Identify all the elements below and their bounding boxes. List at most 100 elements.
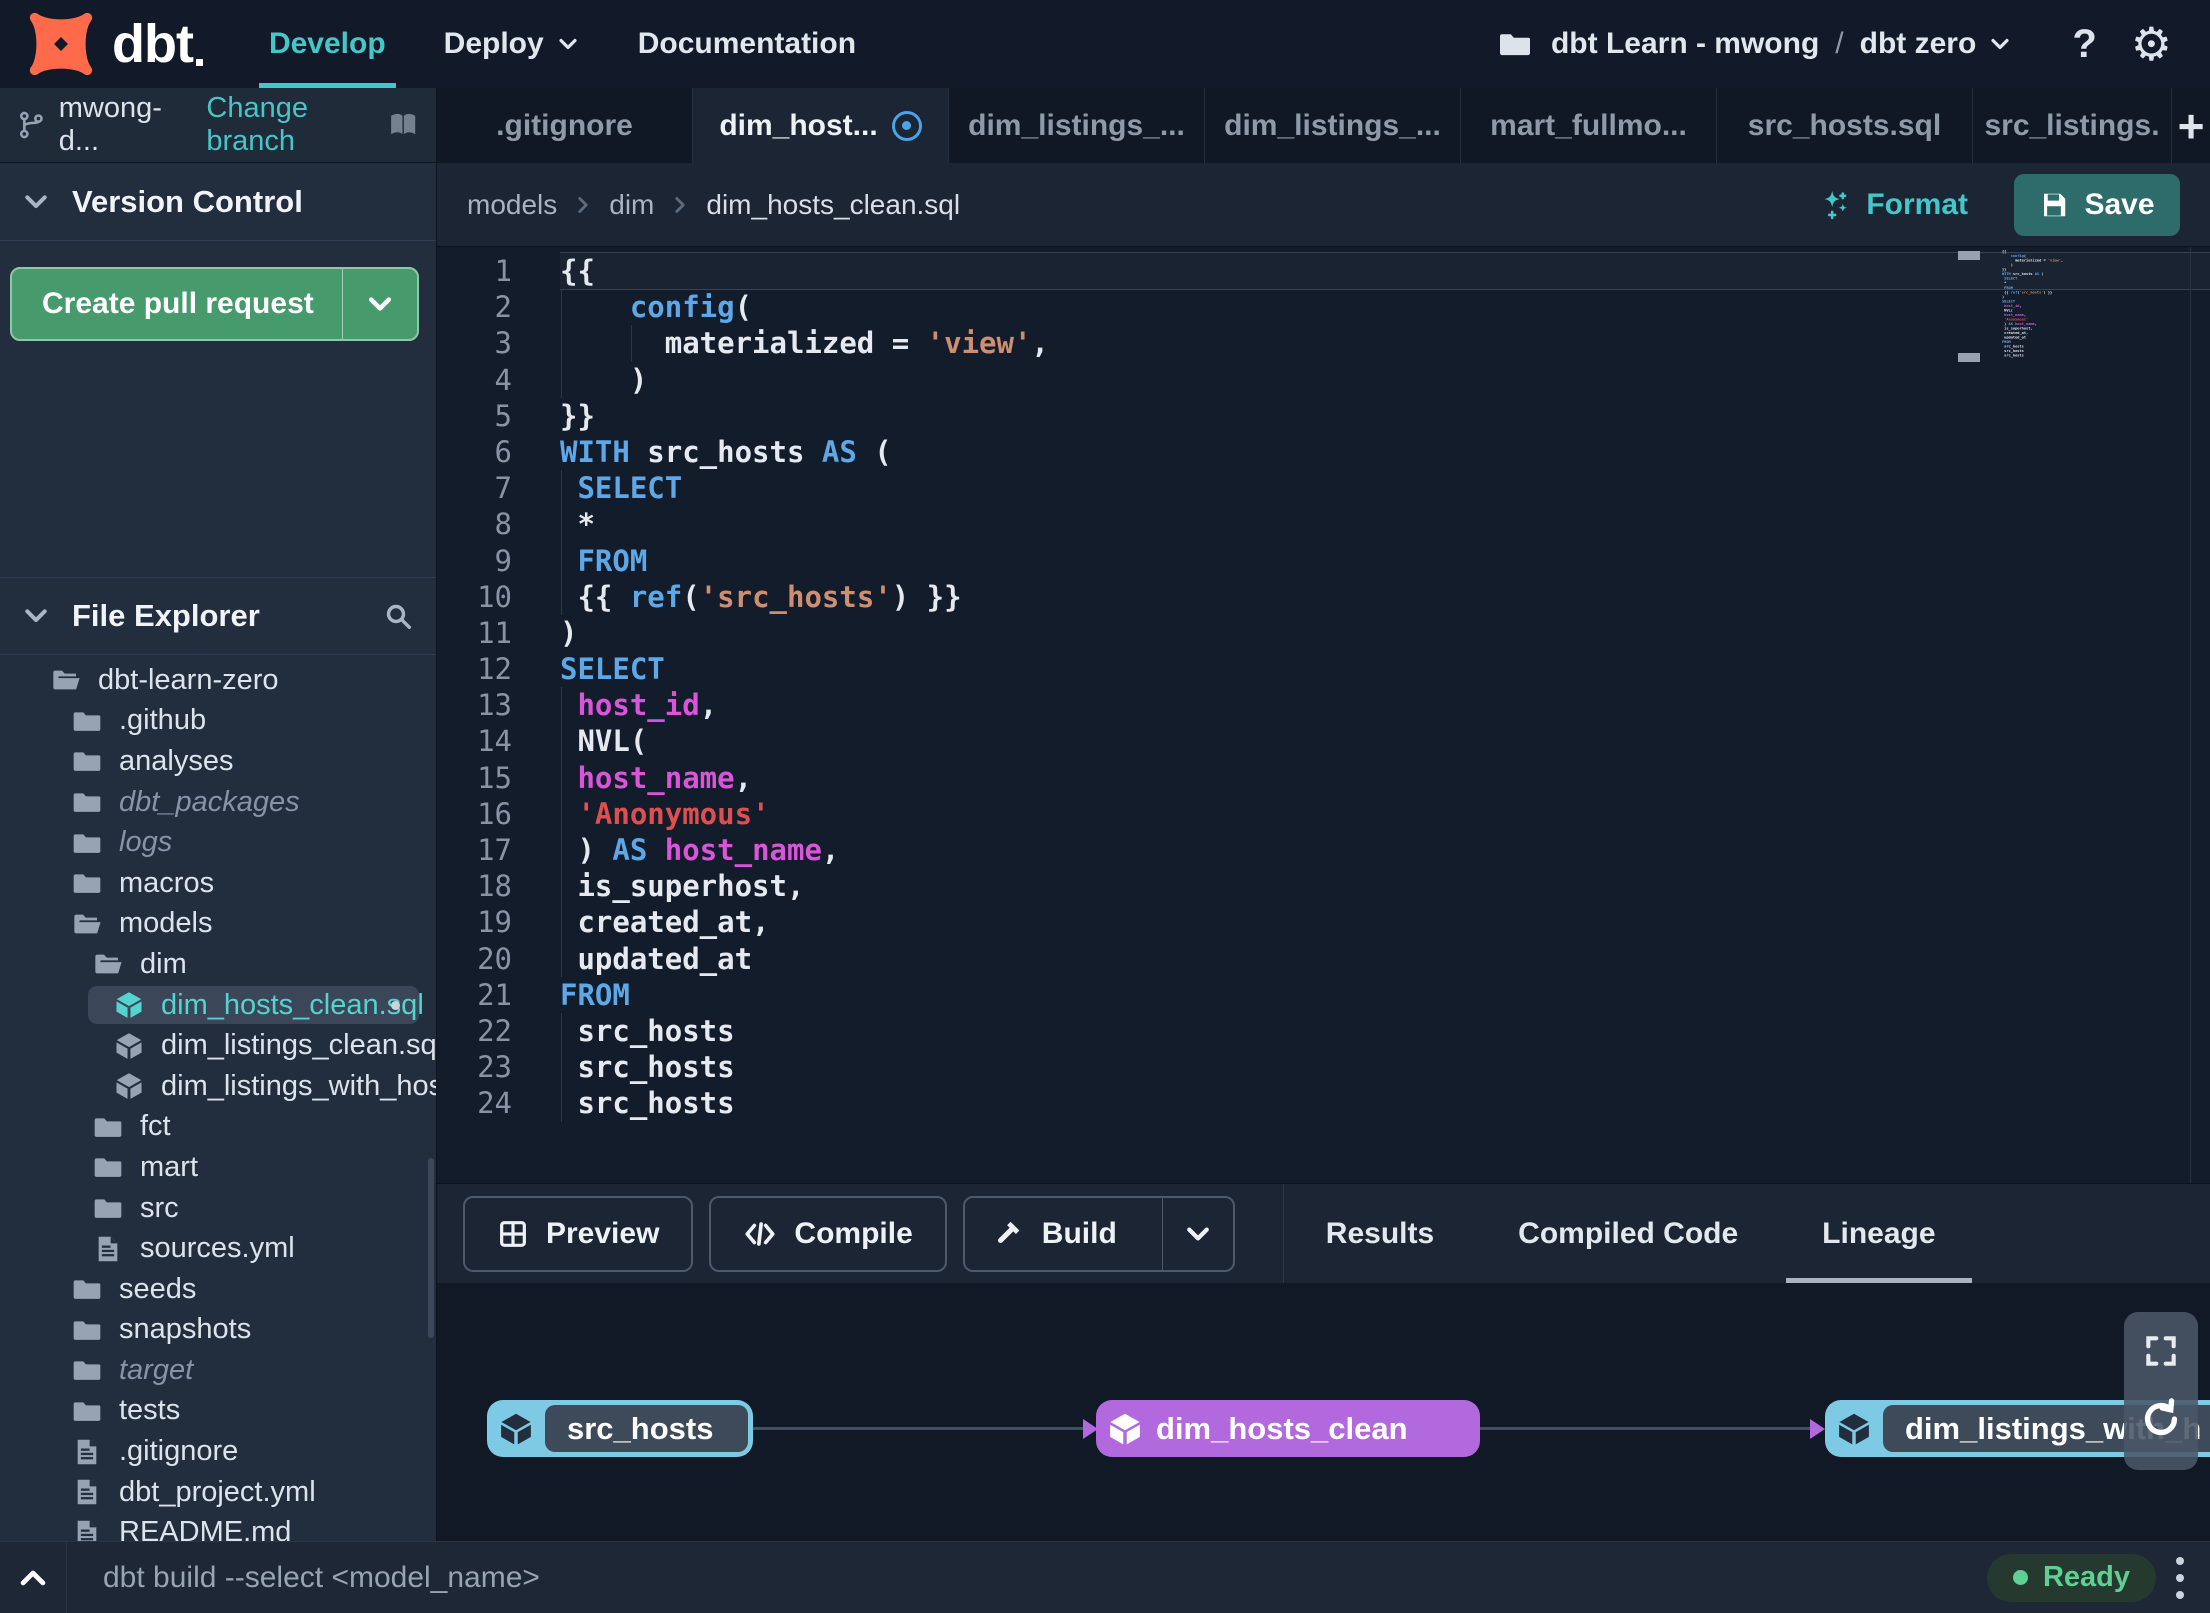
version-control-header[interactable]: Version Control	[0, 163, 436, 241]
indent-guide	[561, 723, 562, 760]
file-tree-item-models[interactable]: models	[0, 904, 436, 945]
command-input[interactable]: dbt build --select <model_name>	[103, 1561, 540, 1595]
pr-dropdown-button[interactable]	[342, 269, 417, 339]
file-tree-label: sources.yml	[140, 1232, 295, 1265]
file-tree-item-macros[interactable]: macros	[0, 863, 436, 904]
dbt-logo[interactable]: dbt	[0, 9, 203, 79]
file-tree-item-analyses[interactable]: analyses	[0, 741, 436, 782]
line-number: 17	[477, 833, 512, 867]
tab-dim-listings-2[interactable]: dim_listings_...	[1205, 88, 1461, 163]
tab-dim-listings-1[interactable]: dim_listings_...	[949, 88, 1205, 163]
tab-lineage[interactable]: Lineage	[1780, 1184, 1977, 1283]
sidebar-scrollbar[interactable]	[428, 1158, 434, 1338]
environment-name[interactable]: dbt zero	[1860, 27, 1977, 61]
file-tree-item-dim-hosts-clean-sql[interactable]: dim_hosts_clean.sql	[0, 985, 436, 1026]
code-content[interactable]: {{ config( materialized = 'view', )}} WIT…	[560, 253, 2210, 1122]
search-icon[interactable]	[382, 600, 414, 632]
lineage-edge-arrow	[1810, 1419, 1825, 1439]
file-tree-item-seeds[interactable]: seeds	[0, 1269, 436, 1310]
fullscreen-icon[interactable]	[2142, 1332, 2180, 1370]
file-tree-item-fct[interactable]: fct	[0, 1107, 436, 1148]
tab-results[interactable]: Results	[1284, 1184, 1476, 1283]
hammer-icon	[997, 1221, 1020, 1243]
compile-button[interactable]: Compile	[709, 1195, 947, 1272]
file-tree-item-readme-md[interactable]: README.md	[0, 1512, 436, 1541]
file-icon	[71, 1517, 103, 1541]
format-button[interactable]: Format	[1818, 188, 1968, 222]
file-tree-item-dim-listings-clean-sql[interactable]: dim_listings_clean.sql	[0, 1025, 436, 1066]
breadcrumb-models[interactable]: models	[467, 189, 557, 221]
file-tree-item-dbt-project-yml[interactable]: dbt_project.yml	[0, 1472, 436, 1513]
file-tree-item-dbt-packages[interactable]: dbt_packages	[0, 782, 436, 823]
file-tree-item-logs[interactable]: logs	[0, 822, 436, 863]
docs-book-icon[interactable]	[386, 108, 420, 142]
kebab-menu-icon[interactable]	[2176, 1556, 2184, 1599]
file-tree-item-mart[interactable]: mart	[0, 1147, 436, 1188]
lineage-node-src-hosts[interactable]: src_hosts	[487, 1400, 753, 1457]
file-tree-item-tests[interactable]: tests	[0, 1391, 436, 1432]
file-tree-item-snapshots[interactable]: snapshots	[0, 1310, 436, 1351]
nav-develop[interactable]: Develop	[258, 0, 396, 88]
chevron-down-icon	[369, 297, 391, 311]
tab-compiled-code[interactable]: Compiled Code	[1476, 1184, 1780, 1283]
breadcrumb-dim[interactable]: dim	[609, 189, 654, 221]
line-number: 9	[494, 543, 512, 578]
file-tree-item-dbt-learn-zero[interactable]: dbt-learn-zero	[0, 660, 436, 701]
line-number: 16	[477, 796, 512, 831]
unsaved-indicator-icon	[891, 110, 922, 141]
gear-icon[interactable]: ⚙	[2131, 21, 2172, 67]
indent-guide	[561, 361, 562, 398]
minimap[interactable]: {{ config( materialized = 'view', )}} WIT…	[2002, 249, 2188, 379]
create-pull-request-button[interactable]: Create pull request	[10, 267, 419, 341]
build-button[interactable]: Build	[962, 1195, 1235, 1272]
tab-dim-hosts-clean[interactable]: dim_host...	[693, 88, 949, 163]
save-button[interactable]: Save	[2014, 173, 2180, 236]
chevron-down-icon	[1186, 1227, 1209, 1240]
indent-guide	[561, 1012, 562, 1050]
folder-icon	[71, 1395, 103, 1427]
file-tree-item-github[interactable]: .github	[0, 701, 436, 742]
breadcrumb-file[interactable]: dim_hosts_clean.sql	[706, 189, 960, 221]
branch-name[interactable]: mwong-d...	[59, 92, 189, 158]
folder-icon	[92, 1111, 124, 1143]
git-branch-icon	[19, 111, 43, 139]
file-tree-label: mart	[140, 1150, 198, 1183]
nav-documentation[interactable]: Documentation	[638, 0, 856, 88]
code-editor[interactable]: 1 2 3 4 5 6 7 8 9 10 11 12 13 14 15 16 17 18 19 20 21 22 23 24 …	[437, 247, 2210, 1183]
file-tree-item-dim-listings-with-hosts[interactable]: dim_listings_with_hosts...	[0, 1066, 436, 1107]
folder-icon	[71, 827, 103, 859]
lineage-node-dim-hosts-clean[interactable]: dim_hosts_clean	[1096, 1400, 1480, 1457]
editor-scrollbar[interactable]	[2190, 247, 2191, 1183]
file-tree-item-dim[interactable]: dim	[0, 944, 436, 985]
help-icon[interactable]: ?	[2072, 22, 2096, 67]
project-name[interactable]: dbt Learn - mwong	[1551, 27, 1819, 61]
indent-guide	[630, 325, 632, 362]
add-tab-button[interactable]: +	[2172, 88, 2210, 163]
file-explorer-header[interactable]: File Explorer	[0, 577, 436, 655]
tab-src-listings[interactable]: src_listings.	[1973, 88, 2172, 163]
change-branch-link[interactable]: Change branch	[206, 92, 385, 158]
folder-icon	[1499, 34, 1530, 56]
minimap-change-marker	[1958, 353, 1980, 362]
line-number: 7	[494, 471, 512, 506]
tab-gitignore[interactable]: .gitignore	[437, 88, 693, 163]
refresh-icon[interactable]	[2138, 1396, 2184, 1442]
editor-tab-bar: .gitignore dim_host... dim_listings_... …	[437, 88, 2210, 163]
file-tree-item-target[interactable]: target	[0, 1350, 436, 1391]
build-dropdown-button[interactable]	[1161, 1197, 1233, 1270]
file-tree-label: dim_listings_with_hosts...	[161, 1069, 436, 1102]
expand-command-bar-button[interactable]	[0, 1542, 66, 1613]
file-tree-item-sources-yml[interactable]: sources.yml	[0, 1228, 436, 1269]
tab-mart-fullmoon[interactable]: mart_fullmo...	[1461, 88, 1717, 163]
file-tree-item-src[interactable]: src	[0, 1188, 436, 1229]
file-tree-item-gitignore[interactable]: .gitignore	[0, 1431, 436, 1472]
tab-src-hosts[interactable]: src_hosts.sql	[1717, 88, 1973, 163]
chevron-down-icon[interactable]	[1988, 32, 2012, 56]
preview-button[interactable]: Preview	[463, 1195, 694, 1272]
command-bar: dbt build --select <model_name> Ready	[0, 1541, 2210, 1613]
line-number: 22	[477, 1013, 512, 1048]
line-number: 13	[477, 688, 512, 723]
file-tree-label: dim_hosts_clean.sql	[161, 988, 424, 1021]
chevron-right-icon	[578, 196, 588, 213]
nav-deploy[interactable]: Deploy	[444, 0, 580, 88]
